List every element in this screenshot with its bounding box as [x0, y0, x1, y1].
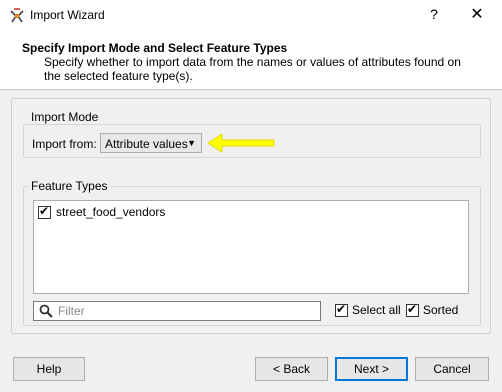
filter-input[interactable]: [58, 303, 316, 319]
import-from-selected-value: Attribute values: [105, 137, 188, 151]
dropdown-arrow-icon: ▼: [187, 138, 196, 148]
window-title: Import Wizard: [30, 8, 105, 22]
filter-box[interactable]: [33, 301, 321, 321]
feature-type-label: street_food_vendors: [56, 205, 166, 219]
cancel-button[interactable]: Cancel: [415, 357, 489, 381]
feature-types-group-title: Feature Types: [29, 179, 110, 193]
feature-type-checkbox[interactable]: ✔: [38, 203, 51, 219]
help-button[interactable]: Help: [13, 357, 85, 381]
import-from-label: Import from:: [32, 137, 97, 151]
title-bar: Import Wizard ? ✕: [0, 0, 502, 32]
select-all-label: Select all: [352, 303, 401, 317]
back-button[interactable]: < Back: [255, 357, 328, 381]
search-icon: [39, 304, 53, 318]
sorted-checkbox[interactable]: ✔: [406, 301, 419, 317]
select-all-checkbox[interactable]: ✔: [335, 301, 348, 317]
next-button[interactable]: Next >: [335, 357, 408, 381]
sorted-option[interactable]: ✔ Sorted: [406, 301, 459, 317]
sorted-label: Sorted: [423, 303, 459, 317]
annotation-arrow-icon: [207, 133, 275, 153]
select-all-option[interactable]: ✔ Select all: [335, 301, 401, 317]
feature-types-list[interactable]: ✔ street_food_vendors: [33, 200, 469, 294]
page-title: Specify Import Mode and Select Feature T…: [22, 41, 288, 55]
list-item[interactable]: ✔ street_food_vendors: [38, 203, 166, 219]
checkbox-check-icon: ✔: [39, 203, 50, 218]
wizard-header: Specify Import Mode and Select Feature T…: [0, 32, 502, 90]
import-from-dropdown[interactable]: Attribute values ▼: [100, 133, 202, 153]
wizard-app-icon: [10, 8, 24, 23]
import-mode-group-title: Import Mode: [29, 110, 101, 124]
checkbox-check-icon: ✔: [336, 301, 347, 316]
help-icon[interactable]: ?: [426, 6, 442, 24]
close-icon[interactable]: ✕: [462, 4, 492, 26]
page-description: Specify whether to import data from the …: [44, 55, 461, 83]
checkbox-check-icon: ✔: [407, 301, 418, 316]
